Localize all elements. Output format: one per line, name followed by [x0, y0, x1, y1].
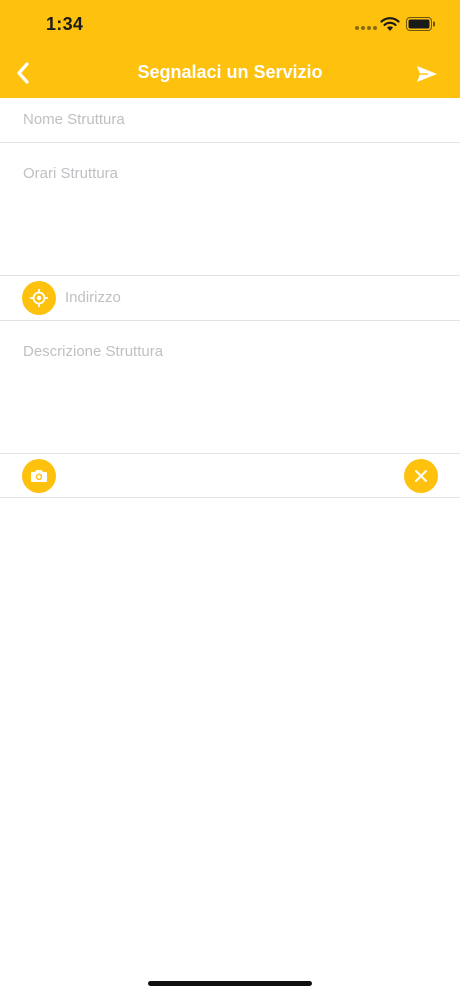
descrizione-struttura-field[interactable]: Descrizione Struttura: [0, 321, 460, 454]
nome-struttura-field[interactable]: Nome Struttura: [0, 98, 460, 143]
battery-icon: [406, 17, 435, 31]
orari-struttura-placeholder: Orari Struttura: [23, 165, 119, 182]
locate-button[interactable]: [22, 281, 56, 315]
descrizione-struttura-placeholder: Descrizione Struttura: [23, 343, 164, 360]
remove-photo-button[interactable]: [404, 459, 438, 493]
orari-struttura-field[interactable]: Orari Struttura: [0, 143, 460, 276]
close-icon: [415, 470, 427, 482]
back-button[interactable]: [8, 58, 38, 88]
page-title: Segnalaci un Servizio: [137, 62, 323, 82]
cellular-signal-icon: [355, 26, 377, 32]
nome-struttura-placeholder: Nome Struttura: [23, 111, 125, 128]
indirizzo-placeholder: Indirizzo: [65, 289, 121, 306]
chevron-left-icon: [17, 62, 29, 84]
status-time: 1:34: [46, 14, 84, 34]
send-button[interactable]: [412, 60, 442, 88]
wifi-icon: [380, 17, 400, 31]
camera-button[interactable]: [22, 459, 56, 493]
indirizzo-field[interactable]: Indirizzo: [0, 276, 460, 321]
app-header: 1:34 Segnalaci un Servizio: [0, 0, 460, 98]
camera-icon: [31, 470, 47, 482]
home-indicator: [148, 981, 312, 986]
crosshair-location-icon: [30, 289, 48, 307]
photo-row: [0, 454, 460, 498]
send-icon: [417, 66, 437, 82]
